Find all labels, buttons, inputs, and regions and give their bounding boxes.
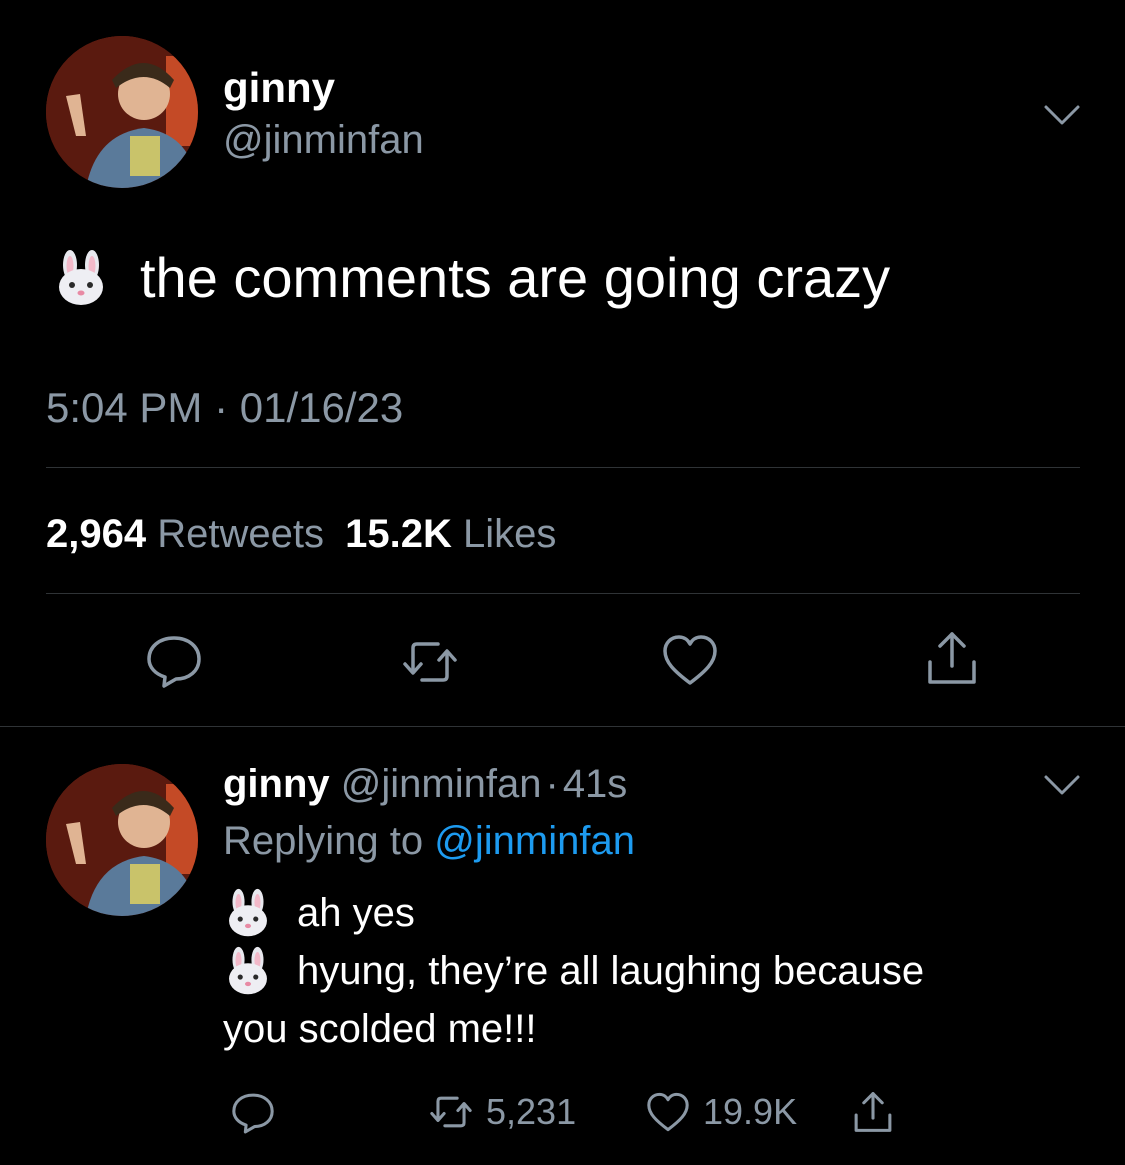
likes-count[interactable]: 15.2K <box>345 512 452 556</box>
main-avatar[interactable] <box>46 36 198 188</box>
retweet-icon[interactable] <box>428 1089 474 1135</box>
reply-like-count: 19.9K <box>703 1091 798 1132</box>
reply-header: ginny @jinminfan · 41s <box>223 758 627 810</box>
retweets-label[interactable]: Retweets <box>157 512 324 556</box>
chevron-down-icon[interactable] <box>1042 102 1082 128</box>
reply-line-2: hyung, they’re all laughing because <box>297 949 925 993</box>
likes-label[interactable]: Likes <box>463 512 556 556</box>
heart-icon[interactable] <box>660 630 720 690</box>
reply-action-reply[interactable] <box>230 1086 276 1138</box>
reply-avatar[interactable] <box>46 764 198 916</box>
chevron-down-icon[interactable] <box>1042 772 1082 798</box>
divider <box>0 726 1125 727</box>
reply-retweet-count: 5,231 <box>486 1091 577 1132</box>
reply-action-share[interactable] <box>850 1086 896 1138</box>
reply-action-retweet[interactable]: 5,231 <box>428 1086 576 1138</box>
rabbit-face-icon <box>229 946 267 995</box>
replying-to-link[interactable]: @jinminfan <box>434 819 635 863</box>
reply-text: ah yes hyung, they’re all laughing becau… <box>223 884 1083 1058</box>
replying-label: Replying to <box>223 819 424 863</box>
heart-icon[interactable] <box>645 1089 691 1135</box>
reply-bubble-icon[interactable] <box>144 630 204 690</box>
reply-line-3: you scolded me!!! <box>223 1007 537 1051</box>
main-username[interactable]: @jinminfan <box>223 115 424 165</box>
reply-separator: · <box>545 762 559 806</box>
tweet-text: the comments are going crazy <box>52 245 890 311</box>
reply-age[interactable]: 41s <box>563 762 628 806</box>
divider <box>46 467 1080 468</box>
divider <box>46 593 1080 594</box>
retweets-count[interactable]: 2,964 <box>46 512 146 556</box>
reply-action-like[interactable]: 19.9K <box>645 1086 797 1138</box>
tweet-timestamp[interactable]: 5:04 PM · 01/16/23 <box>46 382 403 434</box>
share-icon[interactable] <box>850 1089 896 1135</box>
tweet-text-content: the comments are going crazy <box>140 246 891 309</box>
rabbit-face-icon <box>59 250 103 305</box>
retweet-icon[interactable] <box>400 632 460 692</box>
reply-username[interactable]: @jinminfan <box>341 762 542 806</box>
replying-to: Replying to @jinminfan <box>223 815 635 867</box>
share-icon[interactable] <box>922 628 982 688</box>
tweet-stats: 2,964 Retweets 15.2K Likes <box>46 508 556 560</box>
rabbit-face-icon <box>229 888 267 937</box>
reply-bubble-icon[interactable] <box>230 1089 276 1135</box>
main-display-name[interactable]: ginny <box>223 62 335 114</box>
reply-line-1: ah yes <box>297 891 415 935</box>
reply-display-name[interactable]: ginny <box>223 762 330 806</box>
